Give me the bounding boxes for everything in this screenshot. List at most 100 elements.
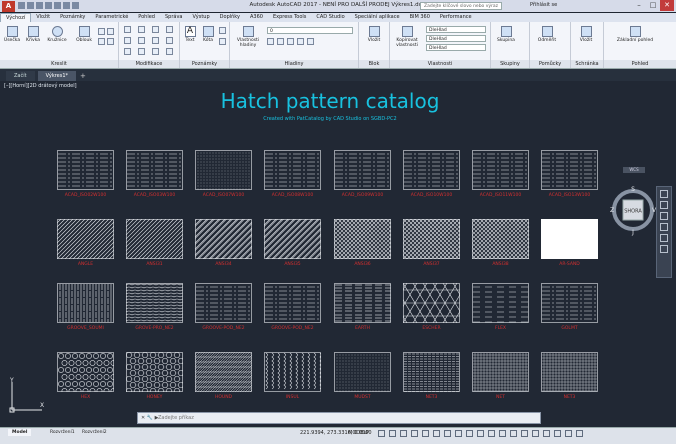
leader-icon[interactable] xyxy=(219,27,226,34)
ribbon-tab[interactable]: Speciální aplikace xyxy=(350,13,405,22)
ribbon-tab[interactable]: Doplňky xyxy=(215,13,245,22)
hatch-swatch[interactable]: NET3 xyxy=(541,352,598,402)
hatch-swatch[interactable]: GROOVE-POD_NE2 xyxy=(195,283,252,333)
customization-icon[interactable] xyxy=(576,430,583,437)
ribbon-tab[interactable]: BIM 360 xyxy=(405,13,435,22)
close-icon[interactable]: ✕ xyxy=(660,0,674,11)
hatch-swatch[interactable]: ANSI31 xyxy=(126,219,183,269)
panel-clipboard-title[interactable]: Schránka xyxy=(571,60,603,68)
group-tool[interactable]: Skupina xyxy=(495,26,517,43)
ribbon-tab[interactable]: CAD Studio xyxy=(311,13,349,22)
layer-dropdown[interactable]: 0 xyxy=(267,27,353,34)
ribbon-tab[interactable]: Poznámky xyxy=(55,13,90,22)
hatch-swatch[interactable]: ACAD_ISO03W100 xyxy=(126,150,183,200)
isolate-objects-icon[interactable] xyxy=(543,430,550,437)
ribbon-tab[interactable]: Výstup xyxy=(188,13,215,22)
hatch-swatch[interactable]: ANSI35 xyxy=(264,219,321,269)
clean-screen-icon[interactable] xyxy=(565,430,572,437)
lineweight-dropdown[interactable]: DleHlad xyxy=(426,35,486,42)
ellipse-icon[interactable] xyxy=(107,38,114,45)
hatch-swatch[interactable]: ANSI38 xyxy=(472,219,529,269)
full-navigation-wheel-icon[interactable] xyxy=(660,190,668,198)
hatch-swatch[interactable]: ACAD_ISO08W100 xyxy=(264,150,321,200)
hatch-swatch[interactable]: ACAD_ISO11W100 xyxy=(472,150,529,200)
hatch-swatch[interactable]: NET3 xyxy=(403,352,460,402)
ribbon-tab[interactable]: Správa xyxy=(160,13,188,22)
hatch-swatch[interactable]: ANSI36 xyxy=(334,219,391,269)
layout-tab[interactable]: Model xyxy=(8,429,32,436)
match-properties-tool[interactable]: Kopírovat vlastnosti xyxy=(392,26,422,48)
command-line-close-icon[interactable]: ✕ 🔧 ▶ xyxy=(141,413,158,423)
panel-modify-title[interactable]: Modifikace xyxy=(119,60,179,68)
stretch-icon[interactable] xyxy=(124,48,131,55)
measure-tool[interactable]: Odměřit xyxy=(534,26,560,43)
new-tab-icon[interactable]: + xyxy=(80,71,86,81)
erase-icon[interactable] xyxy=(166,26,173,33)
mirror-icon[interactable] xyxy=(138,37,145,44)
layout-tab[interactable]: Rozvržení1 xyxy=(46,429,79,436)
hatch-swatch[interactable]: ANGLE xyxy=(57,219,114,269)
hatch-swatch[interactable]: MUDST xyxy=(334,352,391,402)
rotate-icon[interactable] xyxy=(138,26,145,33)
hatch-swatch[interactable]: ACAD_ISO09W100 xyxy=(334,150,391,200)
hardware-acceleration-icon[interactable] xyxy=(554,430,561,437)
hatch-swatch[interactable]: HONEY xyxy=(126,352,183,402)
copy-icon[interactable] xyxy=(124,37,131,44)
hatch-swatch[interactable]: FLEX xyxy=(472,283,529,333)
boundary-icon[interactable] xyxy=(98,38,105,45)
ribbon-tab[interactable]: Vložit xyxy=(31,13,55,22)
hatch-swatch[interactable]: ACAD_ISO13W100 xyxy=(541,150,598,200)
wcs-menu[interactable]: WCS xyxy=(623,167,645,173)
command-input[interactable]: Zadejte příkaz xyxy=(158,415,194,421)
search-input[interactable]: Zadejte klíčové slovo nebo výraz xyxy=(420,2,502,10)
layout-tab[interactable]: Rozvržení2 xyxy=(78,429,111,436)
osnap-track-icon[interactable] xyxy=(433,430,440,437)
hatch-swatch[interactable]: ESCHER xyxy=(403,283,460,333)
ribbon-tab[interactable]: Výchozí xyxy=(0,12,32,23)
panel-utilities-title[interactable]: Pomůcky xyxy=(530,60,570,68)
zoom-extents-icon[interactable] xyxy=(660,212,668,220)
lock-ui-icon[interactable] xyxy=(532,430,539,437)
viewcube[interactable]: SHORA S V Z J xyxy=(608,185,658,241)
panel-draw-title[interactable]: Kreslit xyxy=(0,60,118,68)
panel-block-title[interactable]: Blok xyxy=(359,60,389,68)
hatch-swatch[interactable]: INSUL xyxy=(264,352,321,402)
line-tool[interactable]: Úsečka xyxy=(3,26,21,43)
array-icon[interactable] xyxy=(152,48,159,55)
showmotion-icon[interactable] xyxy=(660,234,668,242)
trim-icon[interactable] xyxy=(152,26,159,33)
polar-icon[interactable] xyxy=(411,430,418,437)
ribbon-tab[interactable]: Performance xyxy=(435,13,477,22)
panel-annotation-title[interactable]: Poznámky xyxy=(180,60,229,68)
ribbon-tab[interactable]: Pohled xyxy=(133,13,160,22)
selection-cycling-icon[interactable] xyxy=(466,430,473,437)
hatch-swatch[interactable]: ACAD_ISO07W100 xyxy=(195,150,252,200)
hatch-swatch[interactable]: GROVE-PRO_NE2 xyxy=(126,283,183,333)
insert-block-tool[interactable]: Vložit xyxy=(362,26,386,43)
hatch-icon[interactable] xyxy=(107,28,114,35)
grid-icon[interactable] xyxy=(378,430,385,437)
scale-icon[interactable] xyxy=(138,48,145,55)
space-toggle[interactable]: MODELP xyxy=(348,430,369,436)
hatch-swatch[interactable]: HOUND xyxy=(195,352,252,402)
hatch-swatch[interactable]: GROOVE-POD_NE2 xyxy=(264,283,321,333)
rectangle-icon[interactable] xyxy=(98,28,105,35)
color-dropdown[interactable]: DleHlad xyxy=(426,26,486,33)
hatch-swatch[interactable]: ACAD_ISO02W100 xyxy=(57,150,114,200)
command-line[interactable]: ✕ 🔧 ▶ Zadejte příkaz xyxy=(137,412,541,424)
hatch-swatch[interactable]: ANSI34 xyxy=(195,219,252,269)
maximize-icon[interactable]: □ xyxy=(646,0,660,11)
layer-match-icon[interactable] xyxy=(297,38,304,45)
units-icon[interactable] xyxy=(510,430,517,437)
hatch-swatch[interactable]: NET xyxy=(472,352,529,402)
explode-icon[interactable] xyxy=(166,37,173,44)
layer-on-icon[interactable] xyxy=(267,38,274,45)
ribbon-tab[interactable]: Express Tools xyxy=(268,13,311,22)
osnap-icon[interactable] xyxy=(422,430,429,437)
navbar-settings-icon[interactable] xyxy=(660,245,668,253)
annotation-monitor-icon[interactable] xyxy=(499,430,506,437)
text-tool[interactable]: A Text xyxy=(182,26,198,43)
ribbon-tab[interactable]: Parametrické xyxy=(90,13,133,22)
panel-view-title[interactable]: Pohled xyxy=(604,60,676,68)
hatch-swatch[interactable]: GOLMT xyxy=(541,283,598,333)
